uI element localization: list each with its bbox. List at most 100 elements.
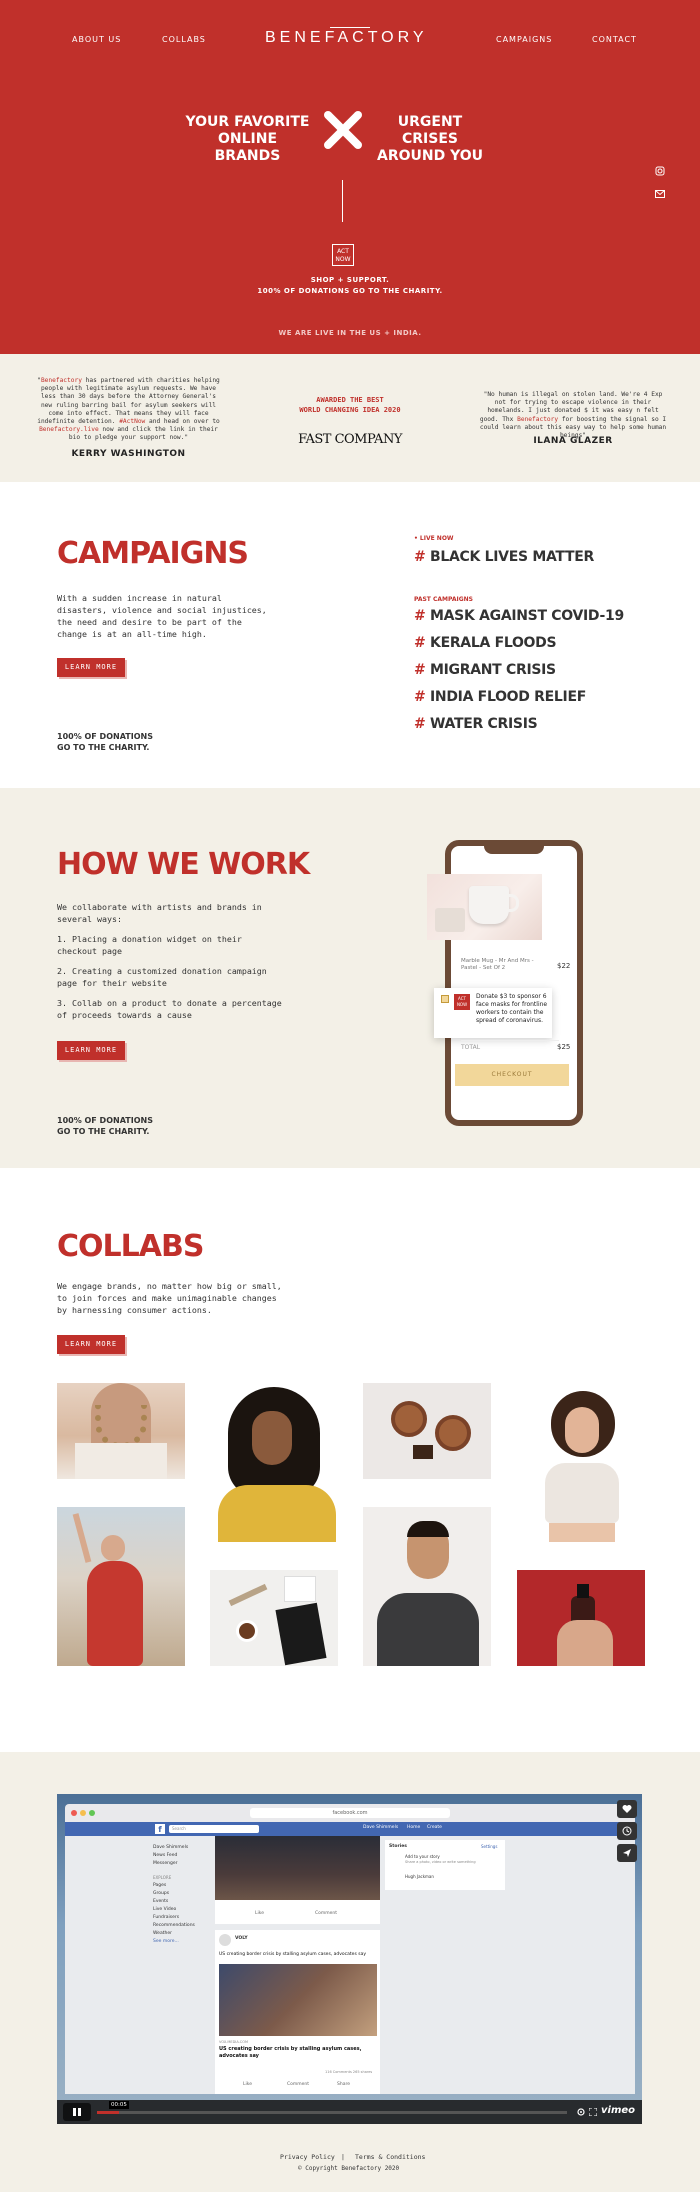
phone-divider — [461, 1040, 559, 1041]
collabs-learn-more-button[interactable]: LEARN MORE — [57, 1335, 125, 1354]
chocolate-piece — [413, 1445, 433, 1459]
serum-cap — [577, 1584, 589, 1598]
collab-photo-serum[interactable] — [517, 1570, 645, 1666]
vimeo-logo[interactable]: vimeo — [601, 2105, 635, 2116]
campaign-item-india-flood-relief[interactable]: # INDIA FLOOD RELIEF — [414, 689, 586, 705]
clock-icon — [622, 1826, 632, 1836]
campaign-item-mask-against-covid[interactable]: # MASK AGAINST COVID-19 — [414, 608, 624, 624]
campaign-item-black-lives-matter[interactable]: # BLACK LIVES MATTER — [414, 549, 594, 565]
hash-symbol: # — [414, 716, 426, 732]
checkout-button[interactable]: CHECKOUT — [455, 1064, 569, 1086]
award-line1: AWARDED THE BEST — [316, 396, 384, 404]
collab-photo-man[interactable] — [363, 1507, 491, 1666]
red-dress — [87, 1561, 143, 1666]
hero-left-text: YOUR FAVORITE ONLINE BRANDS — [185, 114, 310, 165]
privacy-policy-link[interactable]: Privacy Policy — [280, 2153, 335, 2161]
nav-contact-link[interactable]: CONTACT — [592, 35, 637, 44]
fb-post-1-image — [215, 1836, 380, 1900]
fb-post-2-brand: VOLY — [235, 1936, 248, 1941]
fb-stories-name: Hugh Jackman — [405, 1874, 434, 1879]
fb-post-1: Like Comment — [215, 1836, 380, 1924]
fb-nav-home: Home — [407, 1825, 421, 1830]
fb-logo-icon: f — [155, 1824, 165, 1834]
quote1-brand: Benefactory — [40, 377, 82, 384]
hash-symbol: # — [414, 662, 426, 678]
nav-about-link[interactable]: ABOUT US — [72, 35, 121, 44]
fb-sidebar-messenger: Messenger — [153, 1861, 178, 1866]
url-bar: facebook.com — [250, 1808, 450, 1818]
campaign-item-label: WATER CRISIS — [430, 716, 538, 732]
cupcake-1 — [391, 1401, 427, 1437]
dark-tshirt — [377, 1593, 479, 1666]
nav-collabs-link[interactable]: COLLABS — [162, 35, 206, 44]
cupcake-2 — [435, 1415, 471, 1451]
donations-line: 100% OF DONATIONS GO TO THE CHARITY. — [257, 287, 443, 295]
collab-photo-model[interactable] — [517, 1383, 645, 1542]
midriff — [549, 1523, 615, 1542]
campaign-item-label: BLACK LIVES MATTER — [430, 549, 594, 565]
hero-left-line1: YOUR FAVORITE — [185, 114, 310, 130]
terms-link[interactable]: Terms & Conditions — [355, 2153, 425, 2161]
hero-right-text: URGENT CRISES AROUND YOU — [370, 114, 490, 165]
fb-explore-pages: Pages — [153, 1883, 167, 1888]
footer-separator: | — [341, 2153, 345, 2161]
pause-button[interactable] — [63, 2103, 91, 2121]
video-player[interactable]: facebook.com f Search Dave Shimmels Home… — [57, 1794, 642, 2124]
quote1-link[interactable]: Benefactory.live — [39, 426, 99, 433]
award-line2: WORLD CHANGING IDEA 2020 — [299, 406, 401, 414]
fb-post-2-comment: Comment — [287, 2082, 310, 2087]
settings-gear-icon[interactable] — [577, 2108, 585, 2116]
campaigns-note-line1: 100% OF DONATIONS — [57, 732, 153, 741]
collab-photo-actress[interactable] — [210, 1383, 338, 1542]
nav-campaigns-link[interactable]: CAMPAIGNS — [496, 35, 552, 44]
collab-photo-cupcakes[interactable] — [363, 1383, 491, 1479]
fb-search: Search — [169, 1825, 259, 1833]
fb-post-2-image — [219, 1964, 377, 2036]
campaign-item-kerala-floods[interactable]: # KERALA FLOODS — [414, 635, 557, 651]
fb-sidebar: Dave Shimmels News Feed Messenger EXPLOR… — [153, 1844, 213, 1946]
fb-explore-events: Events — [153, 1899, 169, 1904]
total-value: $25 — [557, 1043, 571, 1051]
brush — [228, 1583, 268, 1607]
email-icon[interactable] — [655, 190, 665, 198]
benefactory-logo[interactable]: BENEFACTORY — [265, 29, 428, 47]
hero-right-line2: AROUND YOU — [376, 148, 483, 164]
like-video-button[interactable] — [617, 1800, 637, 1818]
yellow-dress — [218, 1485, 336, 1542]
press-section: "Benefactory has partnered with charitie… — [0, 354, 700, 482]
donation-checkbox[interactable] — [441, 995, 449, 1003]
hero-left-line2: ONLINE BRANDS — [214, 131, 281, 164]
progress-track[interactable] — [97, 2111, 567, 2114]
woman-head — [101, 1535, 125, 1561]
campaign-item-water-crisis[interactable]: # WATER CRISIS — [414, 716, 538, 732]
fb-explore-more: See more... — [153, 1939, 179, 1944]
share-video-button[interactable] — [617, 1844, 637, 1862]
mug-box — [435, 908, 465, 932]
quote1-hashtag: #ActNow — [119, 418, 146, 426]
fb-post-2: VOLY US creating border crisis by stalli… — [215, 1930, 380, 2094]
how-learn-more-button[interactable]: LEARN MORE — [57, 1041, 125, 1060]
donation-widget[interactable]: ACT NOW Donate $3 to sponsor 6 face mask… — [434, 988, 552, 1038]
instagram-icon[interactable] — [655, 166, 665, 176]
fb-post-2-headline: US creating border crisis by stalling as… — [219, 2046, 362, 2059]
watch-later-button[interactable] — [617, 1822, 637, 1840]
fb-post-2-source: VOX.MEDIA.COM — [219, 2040, 248, 2044]
campaigns-donation-note: 100% OF DONATIONS GO TO THE CHARITY. — [57, 731, 153, 753]
collab-photo-flatlay[interactable] — [210, 1570, 338, 1666]
face-shape — [252, 1411, 292, 1465]
hand-shape — [557, 1620, 613, 1666]
fb-sidebar-news: News Feed — [153, 1853, 178, 1858]
fullscreen-icon[interactable] — [589, 2108, 597, 2116]
kerry-quote: "Benefactory has partnered with charitie… — [36, 377, 221, 443]
man-hair — [407, 1521, 449, 1537]
fb-nav-create: Create — [427, 1825, 442, 1830]
campaign-item-label: MASK AGAINST COVID-19 — [430, 608, 624, 624]
campaigns-learn-more-button[interactable]: LEARN MORE — [57, 658, 125, 677]
collab-photo-necklace[interactable] — [57, 1383, 185, 1479]
campaign-item-migrant-crisis[interactable]: # MIGRANT CRISIS — [414, 662, 556, 678]
collab-photo-red-dress[interactable] — [57, 1507, 185, 1666]
mini-badge-bottom: NOW — [456, 1002, 468, 1007]
author-kerry: KERRY WASHINGTON — [71, 449, 186, 459]
paper-plane-icon — [623, 1849, 631, 1857]
fb-stories-settings: Settings — [481, 1844, 498, 1849]
